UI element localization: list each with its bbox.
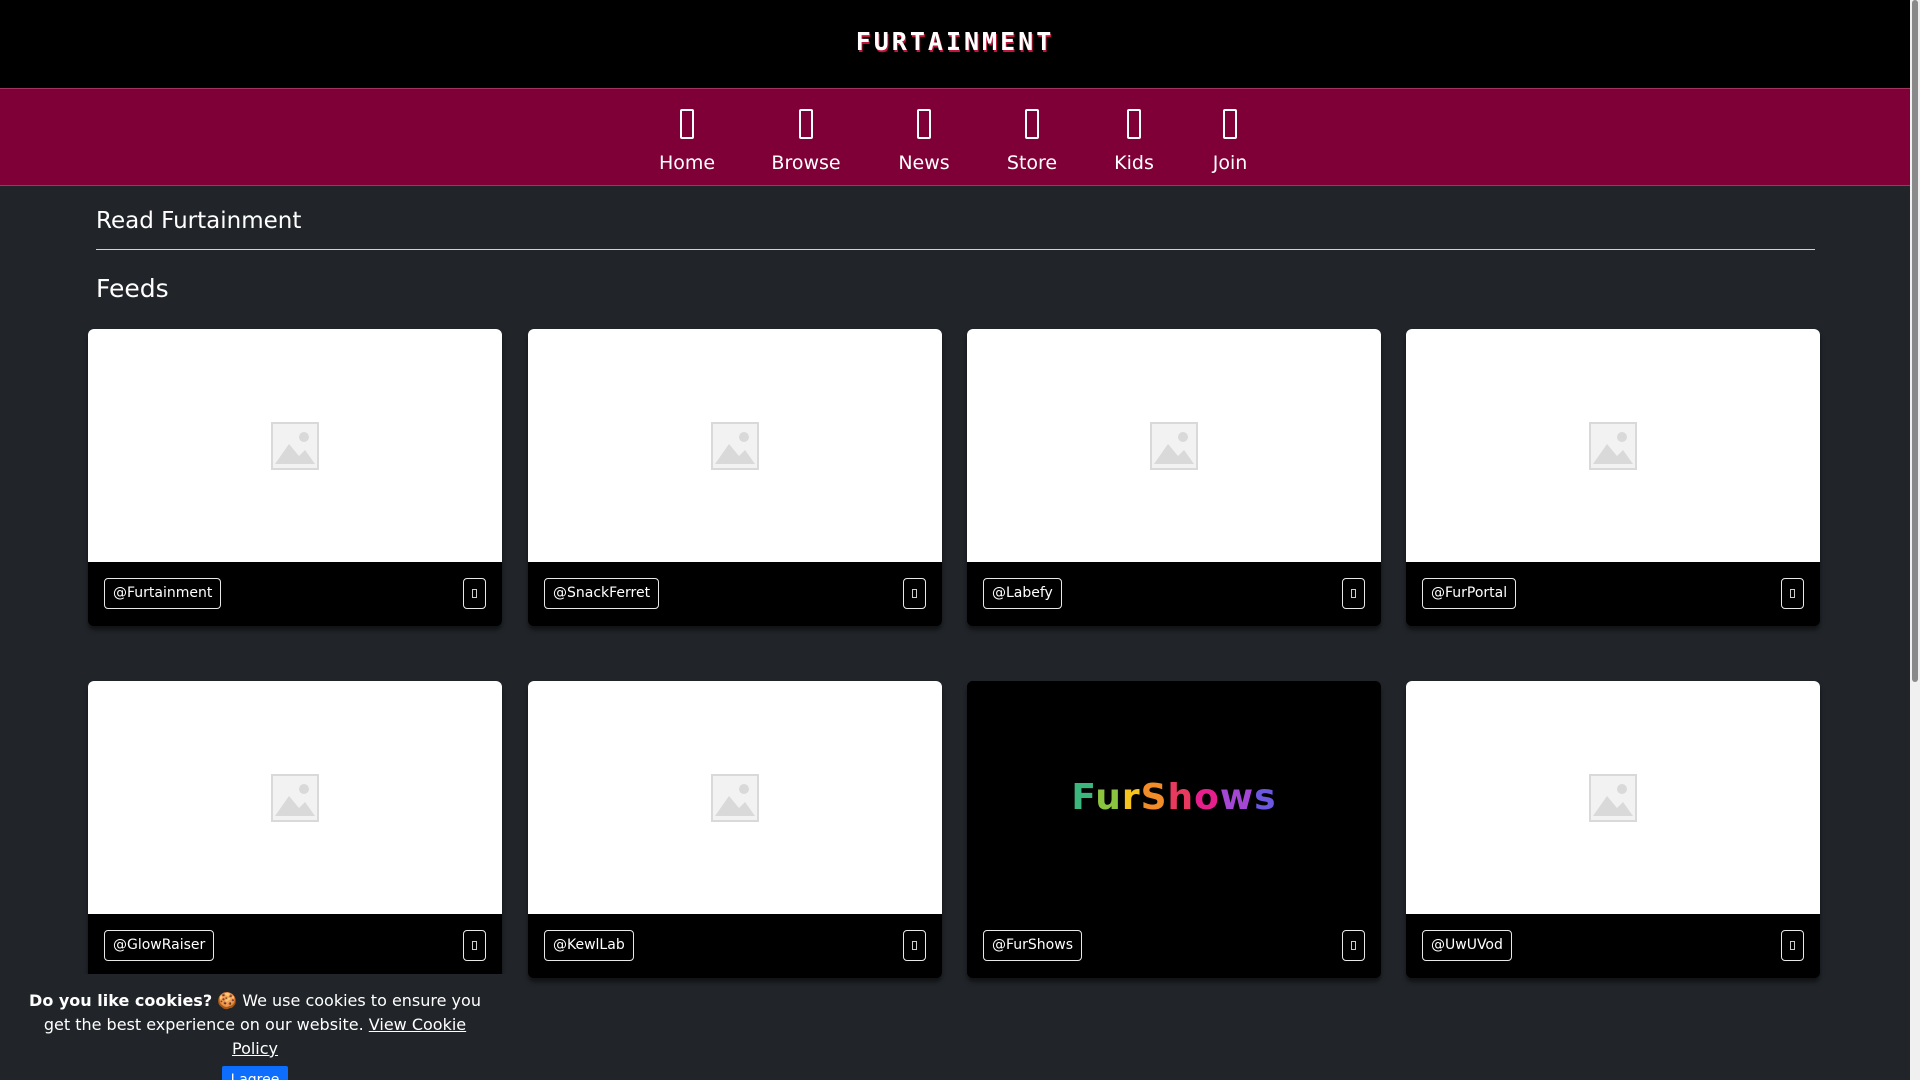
feed-image[interactable] — [88, 329, 502, 562]
feed-image[interactable] — [1406, 329, 1820, 562]
vertical-scrollbar[interactable] — [1910, 0, 1920, 1080]
cookie-question: Do you like cookies? — [29, 991, 213, 1010]
furtainment-logo[interactable]: FURTAINMENT — [856, 27, 1055, 56]
card-footer: @FurShows — [967, 914, 1381, 978]
menu-icon — [1790, 589, 1795, 598]
feed-handle-button[interactable]: @KewlLab — [544, 930, 634, 961]
cookie-text: Do you like cookies? 🍪 We use cookies to… — [0, 989, 510, 1061]
card-menu-button[interactable] — [903, 930, 926, 961]
nav-label-kids: Kids — [1114, 152, 1154, 174]
feed-handle-button[interactable]: @Furtainment — [104, 578, 222, 609]
furshows-logo: FurShows — [1071, 777, 1277, 818]
card-footer: @GlowRaiser — [88, 914, 502, 978]
card-footer: @UwUVod — [1406, 914, 1820, 978]
image-placeholder-icon — [711, 773, 759, 822]
feed-card[interactable]: FurShows @FurShows — [967, 681, 1381, 978]
home-icon — [680, 109, 694, 139]
image-placeholder-icon — [271, 773, 319, 822]
card-menu-button[interactable] — [463, 930, 486, 961]
feed-image[interactable] — [528, 329, 942, 562]
card-menu-button[interactable] — [463, 578, 486, 609]
image-placeholder-icon — [1589, 421, 1637, 470]
card-footer: @Labefy — [967, 562, 1381, 626]
card-menu-button[interactable] — [1342, 578, 1365, 609]
feed-card[interactable]: @UwUVod — [1406, 681, 1820, 978]
join-icon — [1223, 109, 1237, 139]
feed-handle-button[interactable]: @FurShows — [983, 930, 1082, 961]
feed-image[interactable]: FurShows — [967, 681, 1381, 914]
nav-label-browse: Browse — [771, 152, 841, 174]
menu-icon — [472, 589, 477, 598]
cookie-emoji: 🍪 — [217, 991, 238, 1010]
feed-card[interactable]: @GlowRaiser — [88, 681, 502, 978]
feed-handle-button[interactable]: @UwUVod — [1422, 930, 1512, 961]
nav-label-news: News — [898, 152, 950, 174]
section-divider — [96, 249, 1815, 250]
nav-label-store: Store — [1006, 152, 1058, 174]
store-icon — [1025, 109, 1039, 139]
card-menu-button[interactable] — [1781, 578, 1804, 609]
feed-card[interactable]: @FurPortal — [1406, 329, 1820, 626]
nav-item-home[interactable]: Home — [659, 89, 715, 187]
feed-handle-button[interactable]: @GlowRaiser — [104, 930, 215, 961]
image-placeholder-icon — [1150, 421, 1198, 470]
scrollbar-thumb[interactable] — [1912, 0, 1918, 682]
menu-icon — [1351, 941, 1356, 950]
cookie-banner: Do you like cookies? 🍪 We use cookies to… — [0, 974, 510, 1080]
card-menu-button[interactable] — [1781, 930, 1804, 961]
feeds-title: Feeds — [96, 274, 169, 303]
menu-icon — [912, 589, 917, 598]
nav-item-browse[interactable]: Browse — [771, 89, 841, 187]
nav-item-news[interactable]: News — [897, 89, 951, 187]
image-placeholder-icon — [711, 421, 759, 470]
card-footer: @FurPortal — [1406, 562, 1820, 626]
nav-item-store[interactable]: Store — [1006, 89, 1058, 187]
nav-label-join: Join — [1212, 152, 1248, 174]
image-placeholder-icon — [271, 421, 319, 470]
kids-icon — [1127, 109, 1141, 139]
browse-icon — [799, 109, 813, 139]
feed-card[interactable]: @Furtainment — [88, 329, 502, 626]
cookie-agree-button[interactable]: I agree — [221, 1066, 289, 1080]
feed-handle-button[interactable]: @FurPortal — [1422, 578, 1517, 609]
feed-card[interactable]: @Labefy — [967, 329, 1381, 626]
feed-image[interactable] — [1406, 681, 1820, 914]
feed-handle-button[interactable]: @Labefy — [983, 578, 1062, 609]
main-nav: Home Browse News Store Kids Join — [0, 88, 1910, 186]
top-header: FURTAINMENT — [0, 0, 1910, 88]
feed-card[interactable]: @KewlLab — [528, 681, 942, 978]
nav-item-kids[interactable]: Kids — [1113, 89, 1155, 187]
feed-image[interactable] — [528, 681, 942, 914]
card-footer: @KewlLab — [528, 914, 942, 978]
menu-icon — [1790, 941, 1795, 950]
feed-handle-button[interactable]: @SnackFerret — [544, 578, 660, 609]
card-footer: @Furtainment — [88, 562, 502, 626]
card-menu-button[interactable] — [903, 578, 926, 609]
section-title: Read Furtainment — [96, 208, 302, 234]
menu-icon — [472, 941, 477, 950]
nav-label-home: Home — [658, 152, 716, 174]
feed-image[interactable] — [88, 681, 502, 914]
card-menu-button[interactable] — [1342, 930, 1365, 961]
image-placeholder-icon — [1589, 773, 1637, 822]
feed-image[interactable] — [967, 329, 1381, 562]
menu-icon — [1351, 589, 1356, 598]
feed-card[interactable]: @SnackFerret — [528, 329, 942, 626]
news-icon — [917, 109, 931, 139]
card-footer: @SnackFerret — [528, 562, 942, 626]
nav-item-join[interactable]: Join — [1210, 89, 1250, 187]
menu-icon — [912, 941, 917, 950]
